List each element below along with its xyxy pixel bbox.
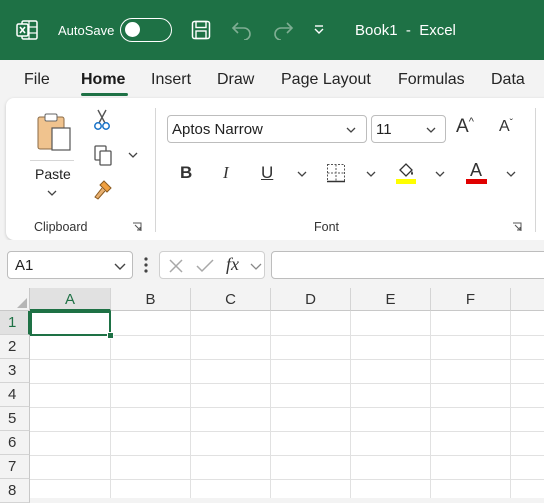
grid-line [30, 431, 544, 432]
format-painter-icon[interactable] [92, 179, 114, 201]
paste-button[interactable]: Paste [35, 166, 71, 182]
row-header-5[interactable]: 5 [0, 407, 30, 431]
column-header-d[interactable]: D [271, 288, 351, 311]
underline-button[interactable]: U [261, 163, 273, 183]
paste-chevron-down-icon[interactable] [47, 189, 57, 197]
grow-font-button[interactable]: A^ [456, 116, 474, 138]
grid-line [30, 359, 544, 360]
toggle-knob [125, 22, 140, 37]
grow-font-letter: A [456, 116, 469, 137]
cancel-icon[interactable] [168, 258, 184, 274]
grid-line [270, 311, 271, 498]
column-header-c[interactable]: C [191, 288, 271, 311]
title-bar: AutoSave Book1 - Excel [0, 0, 544, 60]
formula-input[interactable] [271, 251, 544, 279]
font-color-swatch [466, 179, 487, 184]
row-header-1[interactable]: 1 [0, 311, 30, 335]
grid-line [350, 311, 351, 498]
name-box-value: A1 [15, 257, 34, 274]
formula-bar-row: A1 fx [0, 240, 544, 288]
undo-icon[interactable] [231, 20, 253, 40]
italic-button[interactable]: I [223, 163, 229, 183]
fill-handle[interactable] [107, 332, 114, 339]
font-dialog-launcher-icon[interactable] [512, 222, 522, 232]
redo-icon[interactable] [272, 20, 294, 40]
worksheet-grid[interactable]: A B C D E F 1 2 3 4 5 6 7 8 [0, 288, 544, 503]
column-header-b[interactable]: B [111, 288, 191, 311]
underline-chevron-down-icon[interactable] [297, 170, 307, 178]
column-header-e[interactable]: E [351, 288, 431, 311]
paste-divider [30, 160, 74, 161]
tab-page-layout[interactable]: Page Layout [281, 71, 371, 89]
insert-function-chevron-down-icon[interactable] [250, 262, 262, 271]
row-header-8[interactable]: 8 [0, 479, 30, 503]
font-size-value: 11 [376, 121, 392, 138]
font-group-label: Font [314, 220, 340, 234]
column-header-f[interactable]: F [431, 288, 511, 311]
formula-buttons: fx [159, 251, 265, 279]
grid-line [430, 311, 431, 498]
font-color-letter[interactable]: A [470, 160, 482, 181]
grid-line [510, 311, 511, 498]
tab-data[interactable]: Data [491, 71, 525, 89]
tab-home[interactable]: Home [81, 71, 125, 89]
select-all-triangle-icon [17, 298, 27, 308]
borders-chevron-down-icon[interactable] [366, 170, 376, 178]
bold-button[interactable]: B [180, 163, 192, 183]
column-header-g[interactable] [511, 288, 544, 311]
excel-logo-icon [16, 20, 38, 40]
font-name-combo[interactable]: Aptos Narrow [167, 115, 367, 143]
save-icon[interactable] [191, 20, 211, 40]
tab-insert[interactable]: Insert [151, 71, 191, 89]
customize-toolbar-icon[interactable] [313, 24, 325, 36]
document-title: Book1 - Excel [355, 22, 456, 39]
shrink-font-letter: A [499, 118, 510, 135]
clipboard-group-label: Clipboard [34, 220, 88, 234]
cut-icon[interactable] [93, 109, 111, 131]
tab-file[interactable]: File [24, 71, 50, 89]
insert-function-button[interactable]: fx [226, 254, 239, 275]
font-size-combo[interactable]: 11 [371, 115, 446, 143]
more-options-icon[interactable] [144, 257, 148, 273]
fill-color-swatch [396, 179, 416, 184]
fill-color-icon[interactable] [395, 161, 417, 185]
autosave-toggle[interactable] [120, 18, 172, 42]
font-color-chevron-down-icon[interactable] [506, 170, 516, 178]
grid-line [190, 311, 191, 498]
name-box-chevron-down-icon[interactable] [114, 262, 126, 271]
fill-color-chevron-down-icon[interactable] [435, 170, 445, 178]
ribbon-home: Paste Clipboard Aptos Narrow 11 A^ Aˇ B … [6, 98, 544, 240]
clipboard-dialog-launcher-icon[interactable] [132, 222, 142, 232]
font-size-chevron-down-icon[interactable] [426, 126, 436, 134]
tab-formulas[interactable]: Formulas [398, 71, 465, 89]
row-header-3[interactable]: 3 [0, 359, 30, 383]
column-header-a[interactable]: A [30, 288, 111, 311]
autosave-label: AutoSave [58, 23, 115, 38]
font-name-chevron-down-icon[interactable] [346, 126, 356, 134]
borders-icon[interactable] [326, 163, 346, 183]
row-header-2[interactable]: 2 [0, 335, 30, 359]
paste-icon[interactable] [36, 112, 74, 152]
row-header-7[interactable]: 7 [0, 455, 30, 479]
grid-line [110, 311, 111, 498]
enter-check-icon[interactable] [195, 258, 215, 274]
tab-draw[interactable]: Draw [217, 71, 254, 89]
copy-icon[interactable] [93, 144, 115, 166]
copy-chevron-down-icon[interactable] [128, 151, 138, 159]
font-name-value: Aptos Narrow [172, 121, 263, 138]
group-divider [535, 108, 536, 232]
grid-line [30, 479, 544, 480]
row-header-6[interactable]: 6 [0, 431, 30, 455]
grid-line [30, 455, 544, 456]
active-cell-a1[interactable] [30, 311, 111, 336]
select-all-button[interactable] [0, 288, 30, 311]
group-divider [155, 108, 156, 232]
row-header-4[interactable]: 4 [0, 383, 30, 407]
shrink-font-button[interactable]: Aˇ [499, 118, 513, 136]
name-box[interactable]: A1 [7, 251, 133, 279]
grid-line [30, 383, 544, 384]
grid-line [30, 407, 544, 408]
active-tab-indicator [81, 93, 128, 96]
